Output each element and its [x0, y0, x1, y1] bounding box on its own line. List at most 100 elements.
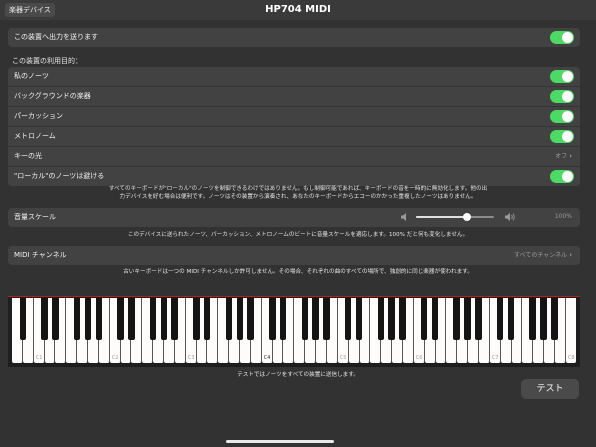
volume-slider[interactable] — [416, 213, 494, 221]
black-key[interactable] — [377, 298, 384, 340]
black-key[interactable] — [399, 298, 406, 340]
black-key[interactable] — [312, 298, 319, 340]
black-key[interactable] — [193, 298, 200, 340]
octave-label: C4 — [263, 355, 271, 361]
black-key[interactable] — [73, 298, 81, 340]
volume-value: 100% — [554, 213, 572, 220]
black-key[interactable] — [507, 298, 515, 340]
home-indicator — [226, 440, 334, 443]
percussion-toggle[interactable] — [550, 110, 574, 123]
black-key[interactable] — [355, 298, 363, 340]
usage-label: パーカッション — [14, 112, 63, 120]
page-title: HP704 MIDI — [265, 4, 331, 15]
midi-channel-explanation: 古いキーボードは一つの MIDI チャンネルしか許可しません。その場合、それぞれ… — [123, 269, 473, 275]
black-key[interactable] — [149, 298, 157, 340]
volume-slider-fill — [416, 216, 467, 218]
usage-row-background-instruments: バックグラウンドの楽器 — [8, 87, 580, 107]
metronome-toggle[interactable] — [550, 130, 574, 143]
black-key[interactable] — [301, 298, 309, 340]
black-key[interactable] — [236, 298, 243, 340]
black-key[interactable] — [496, 298, 504, 340]
black-key[interactable] — [247, 298, 254, 340]
octave-label: C5 — [339, 355, 347, 361]
toggle-knob — [562, 171, 573, 182]
usage-label: メトロノーム — [14, 132, 56, 140]
local-notes-explanation: すべてのキーボードが"ローカル"のノーツを制御できるわけではありません。もし制御… — [20, 185, 576, 201]
black-key[interactable] — [453, 298, 460, 340]
black-key[interactable] — [128, 298, 135, 340]
midi-channel-label: MIDI チャンネル — [14, 251, 67, 259]
test-button[interactable]: テスト — [521, 379, 579, 399]
navigation-bar: 楽器デバイス HP704 MIDI — [0, 0, 596, 20]
avoid-local-toggle[interactable] — [550, 170, 574, 183]
black-key[interactable] — [84, 298, 92, 340]
black-key[interactable] — [19, 298, 27, 340]
background-instruments-toggle[interactable] — [550, 90, 574, 103]
toggle-knob — [562, 91, 573, 102]
note-line: 力デバイスを好む場合は便利です。ノーツはその装置から演奏され、あなたのキーボード… — [119, 194, 477, 200]
key-light-label: キーの光 — [14, 152, 42, 160]
avoid-local-row: "ローカル"のノーツは避ける — [8, 167, 580, 186]
black-key[interactable] — [431, 298, 439, 340]
test-explanation: テストではノーツをすべての装置に送信します。 — [237, 372, 359, 378]
piano-keyboard[interactable]: C1 C2 C3 C4 C5 C6 C7 C8 — [8, 296, 580, 367]
chevron-right-icon: › — [569, 152, 572, 160]
octave-label: C6 — [415, 355, 423, 361]
black-key[interactable] — [203, 298, 211, 340]
usage-row-percussion: パーカッション — [8, 107, 580, 127]
octave-label: C3 — [187, 355, 195, 361]
black-key[interactable] — [529, 298, 536, 340]
chevron-right-icon: › — [569, 251, 572, 259]
octave-label: C2 — [111, 355, 119, 361]
black-key[interactable] — [225, 298, 233, 340]
toggle-knob — [562, 131, 573, 142]
toggle-knob — [562, 71, 573, 82]
black-key[interactable] — [52, 298, 59, 340]
white-key[interactable]: C8 — [565, 298, 576, 363]
send-output-label: この装置へ出力を送ります — [14, 33, 98, 41]
octave-label: C8 — [567, 355, 575, 361]
black-key[interactable] — [269, 298, 276, 340]
key-light-value-text: オフ — [555, 153, 568, 160]
volume-explanation: このデバイスに送られたノーツ、パーカッション、メトロノームのビートに音量スケール… — [127, 232, 469, 238]
key-light-value: オフ › — [555, 147, 572, 166]
send-output-group: この装置へ出力を送ります — [8, 28, 580, 47]
volume-control: 100% — [396, 212, 576, 222]
key-light-row[interactable]: キーの光 オフ › — [8, 147, 580, 167]
black-key[interactable] — [41, 298, 48, 340]
usage-label: 私のノーツ — [14, 72, 49, 80]
midi-channel-row[interactable]: MIDI チャンネル すべてのチャンネル › — [8, 246, 580, 265]
send-output-toggle[interactable] — [550, 31, 574, 44]
black-key[interactable] — [540, 298, 547, 340]
black-key[interactable] — [551, 298, 558, 340]
toggle-knob — [562, 111, 573, 122]
black-key[interactable] — [160, 298, 168, 340]
black-key[interactable] — [420, 298, 428, 340]
midi-channel-value-text: すべてのチャンネル — [514, 252, 568, 259]
black-key[interactable] — [344, 298, 352, 340]
black-key[interactable] — [388, 298, 395, 340]
black-key[interactable] — [464, 298, 471, 340]
black-key[interactable] — [117, 298, 124, 340]
usage-section-heading: この装置の利用目的： — [12, 57, 82, 65]
black-key[interactable] — [171, 298, 178, 340]
send-output-row: この装置へ出力を送ります — [8, 28, 580, 47]
octave-label: C1 — [35, 355, 43, 361]
usage-row-my-notes: 私のノーツ — [8, 67, 580, 87]
usage-row-metronome: メトロノーム — [8, 127, 580, 147]
midi-channel-group: MIDI チャンネル すべてのチャンネル › — [8, 246, 580, 265]
black-key[interactable] — [95, 298, 102, 340]
black-key[interactable] — [323, 298, 330, 340]
toggle-knob — [562, 32, 573, 43]
volume-slider-thumb[interactable] — [462, 213, 471, 221]
usage-group: 私のノーツ バックグラウンドの楽器 パーカッション メトロノーム キーの光 オフ… — [8, 67, 580, 186]
speaker-low-icon — [401, 213, 406, 221]
midi-channel-value: すべてのチャンネル › — [514, 246, 572, 265]
my-notes-toggle[interactable] — [550, 70, 574, 83]
volume-label: 音量スケール — [14, 213, 56, 221]
note-line: すべてのキーボードが"ローカル"のノーツを制御できるわけではありません。もし制御… — [108, 186, 488, 192]
black-key[interactable] — [279, 298, 287, 340]
usage-label: バックグラウンドの楽器 — [14, 92, 91, 100]
speaker-high-icon — [505, 213, 515, 221]
black-key[interactable] — [475, 298, 482, 340]
